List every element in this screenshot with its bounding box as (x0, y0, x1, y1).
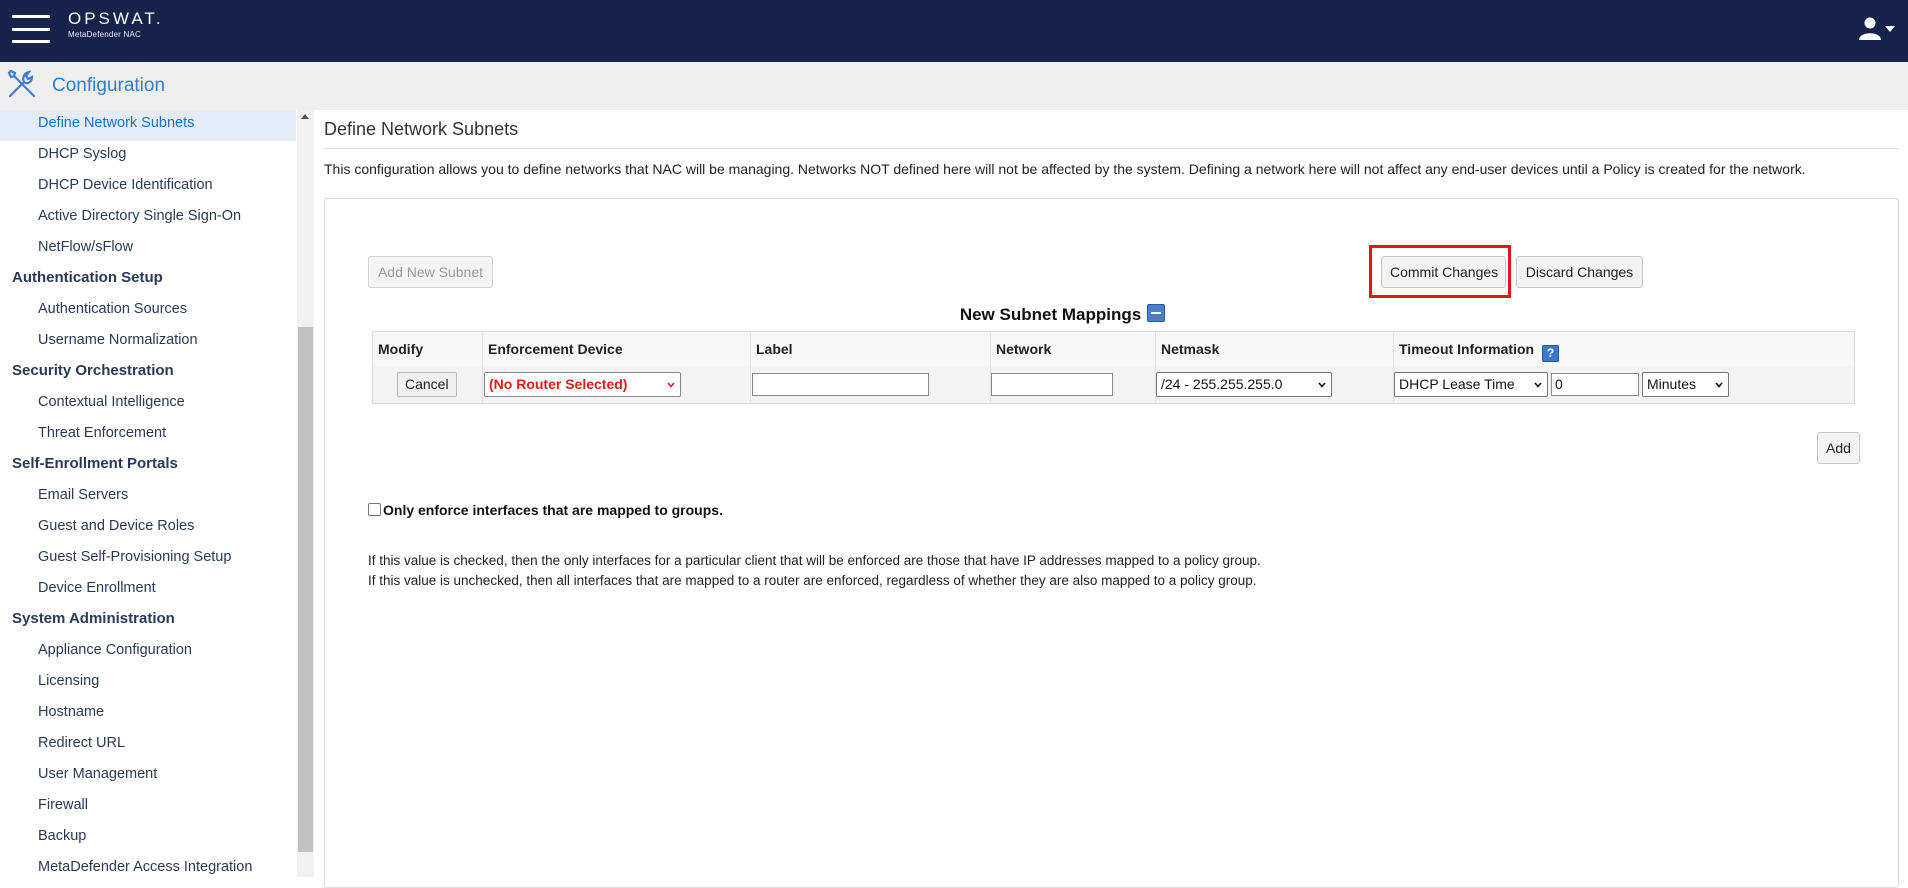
header-label: Label (751, 332, 991, 366)
brand-logo[interactable]: OPSWAT. MetaDefender NAC (68, 9, 164, 41)
timeout-type-value: DHCP Lease Time (1399, 376, 1515, 392)
sidebar-item-active-directory-single-sign-on[interactable]: Active Directory Single Sign-On (0, 203, 296, 234)
sidebar-item-device-enrollment[interactable]: Device Enrollment (0, 575, 296, 606)
timeout-value-input[interactable]: 0 (1551, 373, 1639, 396)
netmask-value: /24 - 255.255.255.0 (1161, 376, 1283, 392)
cell-timeout: DHCP Lease Time 0 Minutes (1394, 366, 1854, 403)
cell-netmask: /24 - 255.255.255.0 (1156, 366, 1394, 403)
sidebar-section-security-orchestration: Security Orchestration (12, 362, 174, 379)
sidebar-item-authentication-sources[interactable]: Authentication Sources (0, 296, 296, 327)
sidebar-item-metadefender-access-integration[interactable]: MetaDefender Access Integration (0, 854, 296, 877)
page-header: Configuration (0, 62, 1908, 110)
chevron-down-icon (1318, 382, 1326, 388)
sidebar-item-hostname[interactable]: Hostname (0, 699, 296, 730)
chevron-down-icon (1534, 382, 1542, 388)
add-button[interactable]: Add (1817, 432, 1860, 464)
main-content: Define Network Subnets This configuratio… (315, 110, 1908, 888)
section-title: Define Network Subnets (324, 119, 519, 139)
sidebar-item-netflow-sflow[interactable]: NetFlow/sFlow (0, 234, 296, 265)
table-row: Cancel (No Router Selected) /24 - 255.25… (373, 366, 1854, 403)
subnet-panel: Add New Subnet Commit Changes Discard Ch… (324, 198, 1899, 888)
sidebar-item-username-normalization[interactable]: Username Normalization (0, 327, 296, 358)
tools-icon (7, 69, 36, 98)
sidebar-section-authentication-setup: Authentication Setup (12, 269, 163, 286)
table-header: Modify Enforcement Device Label Network … (373, 332, 1854, 366)
help-line-checked: If this value is checked, then the only … (368, 553, 1261, 568)
sidebar-item-dhcp-syslog[interactable]: DHCP Syslog (0, 141, 296, 172)
sidebar-scrollbar[interactable] (297, 110, 314, 877)
page-title: Configuration (52, 75, 166, 96)
brand-name: OPSWAT. (68, 9, 164, 28)
header-enforcement-device: Enforcement Device (483, 332, 751, 366)
network-input[interactable] (991, 373, 1113, 396)
commit-changes-button[interactable]: Commit Changes (1381, 256, 1506, 288)
enforce-mapped-label: Only enforce interfaces that are mapped … (383, 502, 723, 518)
top-bar: OPSWAT. MetaDefender NAC (0, 0, 1908, 62)
sidebar-item-licensing[interactable]: Licensing (0, 668, 296, 699)
sidebar-item-email-servers[interactable]: Email Servers (0, 482, 296, 513)
cancel-button[interactable]: Cancel (397, 372, 457, 397)
timeout-type-select[interactable]: DHCP Lease Time (1394, 372, 1548, 397)
help-text: If this value is checked, then the only … (368, 551, 1261, 591)
chevron-down-icon (1715, 382, 1723, 388)
header-timeout-text: Timeout Information (1399, 341, 1535, 357)
scroll-thumb[interactable] (298, 327, 313, 852)
enforcement-device-select[interactable]: (No Router Selected) (484, 372, 681, 397)
cell-enforcement-device: (No Router Selected) (483, 366, 751, 403)
help-icon[interactable]: ? (1542, 345, 1560, 362)
brand-subtitle: MetaDefender NAC (68, 30, 142, 39)
header-timeout: Timeout Information? (1394, 332, 1854, 366)
chevron-down-icon (667, 382, 675, 388)
cell-modify: Cancel (373, 366, 483, 403)
hamburger-icon[interactable] (12, 15, 50, 43)
description-text: This configuration allows you to define … (324, 161, 1806, 177)
sidebar-item-backup[interactable]: Backup (0, 823, 296, 854)
add-new-subnet-button[interactable]: Add New Subnet (368, 256, 493, 288)
sidebar-item-dhcp-device-identification[interactable]: DHCP Device Identification (0, 172, 296, 203)
user-icon[interactable] (1858, 16, 1898, 44)
collapse-icon[interactable] (1147, 304, 1166, 322)
mappings-title-text: New Subnet Mappings (959, 305, 1142, 324)
sidebar-item-firewall[interactable]: Firewall (0, 792, 296, 823)
cell-label (751, 366, 991, 403)
sidebar-item-guest-and-device-roles[interactable]: Guest and Device Roles (0, 513, 296, 544)
sidebar-item-guest-self-provisioning-setup[interactable]: Guest Self-Provisioning Setup (0, 544, 296, 575)
sidebar-item-threat-enforcement[interactable]: Threat Enforcement (0, 420, 296, 451)
subnet-mapping-table: Modify Enforcement Device Label Network … (372, 331, 1855, 404)
sidebar-item-contextual-intelligence[interactable]: Contextual Intelligence (0, 389, 296, 420)
timeout-unit-select[interactable]: Minutes (1642, 372, 1729, 397)
sidebar: Define Network Subnets DHCP Syslog DHCP De… (0, 110, 315, 877)
help-line-unchecked: If this value is unchecked, then all int… (368, 573, 1257, 588)
timeout-unit-value: Minutes (1647, 376, 1697, 392)
sidebar-section-system-administration: System Administration (12, 610, 175, 627)
header-network: Network (991, 332, 1156, 366)
sidebar-item-redirect-url[interactable]: Redirect URL (0, 730, 296, 761)
enforce-mapped-checkbox[interactable] (368, 503, 381, 516)
enforce-mapped-option: Only enforce interfaces that are mapped … (368, 502, 723, 518)
label-input[interactable] (752, 373, 929, 396)
cell-network (991, 366, 1156, 403)
netmask-select[interactable]: /24 - 255.255.255.0 (1156, 372, 1332, 397)
chevron-down-icon (1885, 26, 1895, 32)
mappings-title: New Subnet Mappings (325, 304, 1800, 325)
header-netmask: Netmask (1156, 332, 1394, 366)
sidebar-item-user-management[interactable]: User Management (0, 761, 296, 792)
sidebar-nav: Define Network Subnets DHCP Syslog DHCP De… (0, 110, 296, 877)
sidebar-item-define-network-subnets[interactable]: Define Network Subnets (0, 110, 296, 141)
header-modify: Modify (373, 332, 483, 366)
scroll-up-icon[interactable] (301, 114, 309, 119)
sidebar-section-self-enrollment-portals: Self-Enrollment Portals (12, 455, 178, 472)
sidebar-item-appliance-configuration[interactable]: Appliance Configuration (0, 637, 296, 668)
divider (324, 148, 1899, 149)
discard-changes-button[interactable]: Discard Changes (1516, 256, 1643, 288)
enforcement-device-value: (No Router Selected) (489, 376, 628, 392)
